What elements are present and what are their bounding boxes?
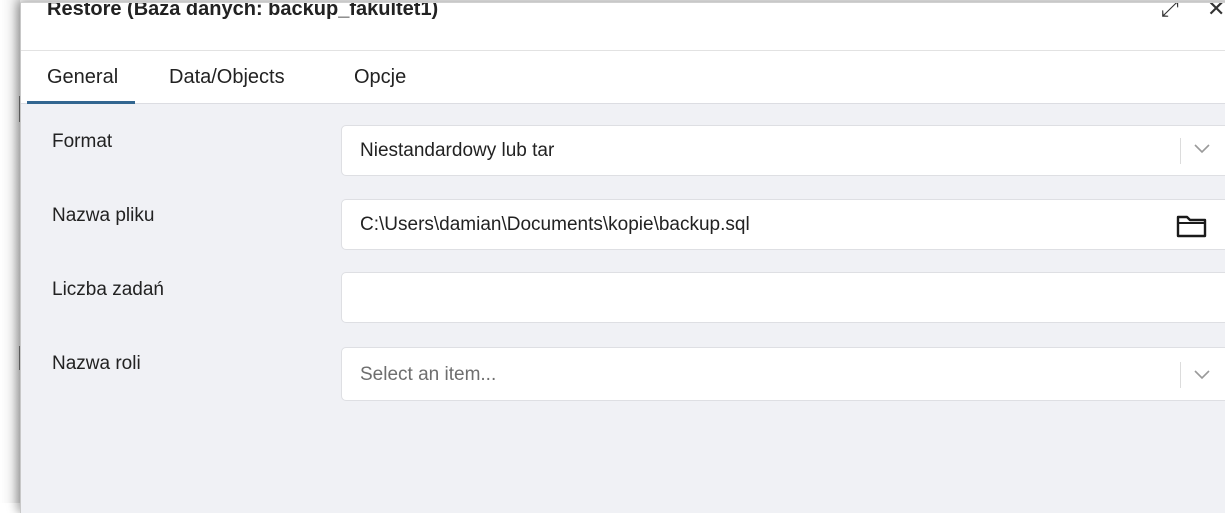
role-placeholder: Select an item... — [360, 364, 497, 385]
jobs-input[interactable] — [341, 272, 1225, 323]
role-label: Nazwa roli — [52, 353, 141, 374]
form-content: Format Niestandardowy lub tar Nazwa plik… — [21, 104, 1225, 513]
select-separator — [1180, 362, 1181, 388]
dialog-titlebar: Restore (Baza danych: backup_fakultet1) … — [21, 3, 1225, 49]
expand-icon[interactable]: ⤢ — [1161, 3, 1179, 22]
format-label: Format — [52, 131, 113, 152]
close-icon[interactable]: ✕ — [1207, 3, 1225, 22]
jobs-label: Liczba zadań — [52, 279, 164, 300]
role-select[interactable]: Select an item... — [341, 347, 1225, 401]
background-window — [0, 0, 20, 503]
filename-value: C:\Users\damian\Documents\kopie\backup.s… — [360, 214, 750, 235]
format-value: Niestandardowy lub tar — [360, 140, 555, 161]
tab-data-objects[interactable]: Data/Objects — [169, 51, 285, 103]
tab-bar: General Data/Objects Opcje — [21, 50, 1225, 104]
select-separator — [1180, 138, 1181, 164]
dialog-title: Restore (Baza danych: backup_fakultet1) — [47, 2, 439, 20]
format-select[interactable]: Niestandardowy lub tar — [341, 125, 1225, 176]
chevron-down-icon[interactable] — [1194, 370, 1210, 380]
chevron-down-icon[interactable] — [1194, 144, 1210, 154]
filename-label: Nazwa pliku — [52, 205, 155, 226]
filename-input[interactable]: C:\Users\damian\Documents\kopie\backup.s… — [341, 199, 1225, 250]
tab-opcje[interactable]: Opcje — [354, 51, 406, 103]
restore-dialog: Restore (Baza danych: backup_fakultet1) … — [20, 2, 1225, 513]
tab-general[interactable]: General — [26, 51, 136, 104]
folder-icon[interactable] — [1176, 213, 1208, 239]
